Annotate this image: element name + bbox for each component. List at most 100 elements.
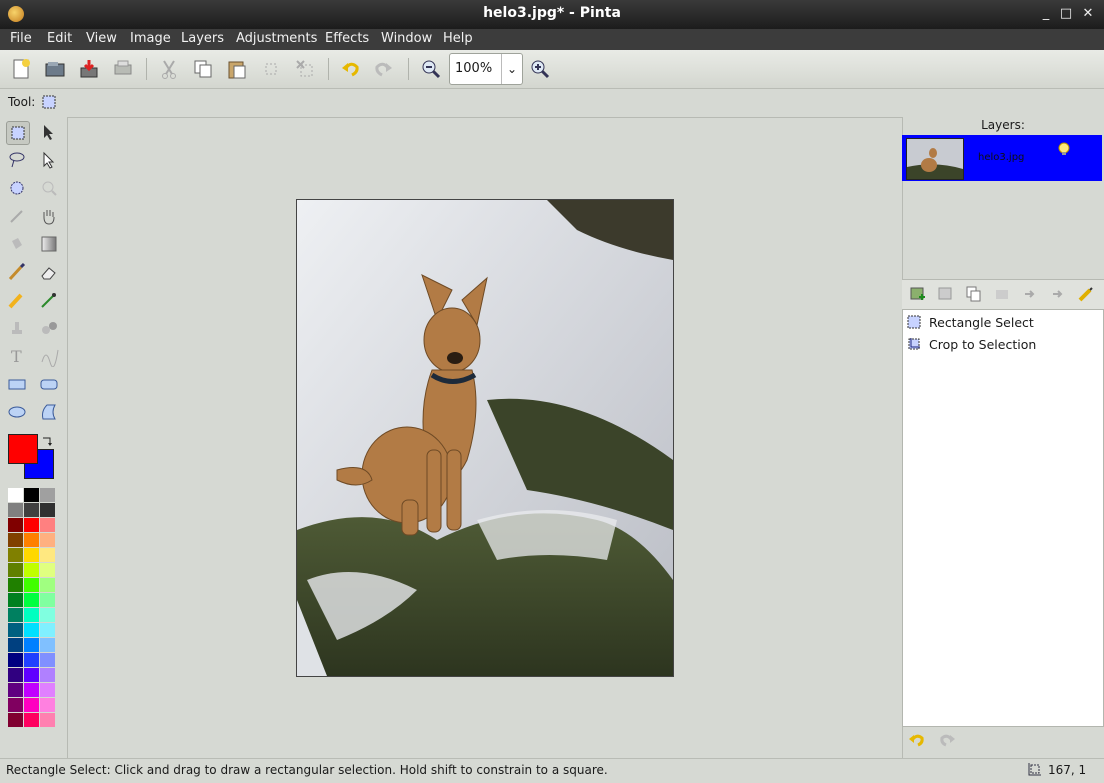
deselect-icon[interactable]	[294, 58, 316, 80]
pan-tool[interactable]	[38, 205, 60, 227]
maximize-button[interactable]: □	[1058, 6, 1074, 22]
menu-edit[interactable]: Edit	[47, 31, 72, 46]
cursor-position-icon	[1028, 763, 1041, 776]
print-icon[interactable]	[112, 58, 134, 80]
svg-text:T: T	[11, 347, 22, 366]
layer-row[interactable]: helo3.jpg	[902, 135, 1102, 181]
lasso-select-tool[interactable]	[6, 149, 28, 171]
gradient-icon	[41, 236, 57, 252]
rectangle-tool[interactable]	[6, 373, 28, 395]
layers-toolbar	[902, 279, 1104, 310]
swap-colors-icon[interactable]	[41, 436, 53, 448]
open-file-icon[interactable]	[44, 58, 66, 80]
dog-photo	[297, 200, 673, 676]
right-panel: Layers: helo3.jpg Rectangle Select Crop …	[902, 116, 1104, 756]
image-canvas[interactable]	[296, 199, 674, 677]
magic-wand-icon	[10, 210, 23, 223]
history-panel: Rectangle Select Crop to Selection	[902, 309, 1104, 727]
undo-icon[interactable]	[340, 58, 362, 80]
add-layer-icon[interactable]	[910, 286, 926, 302]
ellipse-select-icon	[10, 181, 24, 195]
menu-file[interactable]: File	[10, 31, 32, 46]
delete-layer-icon[interactable]	[938, 286, 954, 302]
history-item[interactable]: Crop to Selection	[907, 335, 1097, 355]
new-file-icon[interactable]	[10, 58, 32, 80]
redo-icon[interactable]	[938, 731, 956, 749]
color-picker-tool[interactable]	[38, 289, 60, 311]
move-layer-up-icon[interactable]	[1022, 286, 1038, 302]
paint-bucket-icon	[12, 238, 22, 249]
copy-icon[interactable]	[192, 58, 214, 80]
pencil-icon	[8, 293, 23, 309]
menu-view[interactable]: View	[86, 31, 117, 46]
menu-bar: File Edit View Image Layers Adjustments …	[0, 29, 1104, 50]
crop-to-selection-icon[interactable]	[260, 58, 282, 80]
menu-adjustments[interactable]: Adjustments	[236, 31, 317, 46]
rectangle-select-icon	[907, 315, 921, 329]
ellipse-select-tool[interactable]	[6, 177, 28, 199]
rectangle-select-tool[interactable]	[6, 121, 30, 145]
merge-layer-icon[interactable]	[994, 286, 1010, 302]
layer-properties-icon[interactable]	[1078, 286, 1094, 302]
hand-icon	[43, 210, 55, 225]
rounded-rectangle-icon	[40, 379, 58, 390]
lasso-icon	[9, 152, 25, 168]
undo-icon[interactable]	[908, 731, 926, 749]
magic-wand-tool[interactable]	[6, 205, 28, 227]
zoom-out-icon[interactable]	[420, 58, 442, 80]
menu-layers[interactable]: Layers	[181, 31, 224, 46]
paste-icon[interactable]	[226, 58, 248, 80]
history-item[interactable]: Rectangle Select	[907, 313, 1097, 333]
cursor-position: 167, 1	[1048, 763, 1087, 777]
menu-effects[interactable]: Effects	[325, 31, 369, 46]
clone-stamp-tool[interactable]	[6, 317, 28, 339]
history-item-label: Crop to Selection	[929, 337, 1037, 352]
eraser-tool[interactable]	[38, 261, 60, 283]
primary-color-swatch[interactable]	[8, 434, 38, 464]
ellipse-tool[interactable]	[6, 401, 28, 423]
move-layer-down-icon[interactable]	[1050, 286, 1066, 302]
recolor-tool[interactable]	[38, 317, 60, 339]
menu-window[interactable]: Window	[381, 31, 432, 46]
zoom-value[interactable]: 100%	[455, 61, 492, 76]
menu-help[interactable]: Help	[443, 31, 473, 46]
eraser-icon	[41, 267, 56, 280]
paintbrush-icon	[8, 262, 26, 281]
status-bar: Rectangle Select: Click and drag to draw…	[0, 758, 1104, 783]
close-button[interactable]: ✕	[1080, 6, 1096, 22]
move-selected-tool[interactable]	[38, 121, 60, 143]
line-curve-icon	[41, 349, 59, 368]
paint-bucket-tool[interactable]	[6, 233, 28, 255]
minimize-button[interactable]: _	[1038, 6, 1054, 22]
recolor-icon	[42, 322, 57, 334]
paintbrush-tool[interactable]	[6, 261, 28, 283]
eyedropper-icon	[41, 293, 56, 308]
rectangle-shape-icon	[8, 379, 26, 390]
gradient-tool[interactable]	[38, 233, 60, 255]
redo-icon[interactable]	[372, 58, 394, 80]
pencil-tool[interactable]	[6, 289, 28, 311]
chevron-down-icon[interactable]: ⌄	[501, 54, 522, 84]
tool-label: Tool:	[8, 95, 36, 109]
move-selection-tool[interactable]	[38, 149, 60, 171]
clone-stamp-icon	[12, 322, 22, 334]
layer-thumbnail	[906, 138, 964, 180]
text-icon: T	[11, 347, 22, 366]
zoom-combo[interactable]: 100% ⌄	[449, 53, 523, 85]
color-palette[interactable]	[8, 488, 56, 728]
zoom-in-icon[interactable]	[529, 58, 551, 80]
menu-image[interactable]: Image	[130, 31, 171, 46]
freeform-shape-icon	[42, 404, 56, 420]
rounded-rectangle-tool[interactable]	[38, 373, 60, 395]
freeform-shape-tool[interactable]	[38, 401, 60, 423]
move-selection-icon	[43, 151, 55, 169]
cut-icon[interactable]	[158, 58, 180, 80]
zoom-tool[interactable]	[38, 177, 60, 199]
text-tool[interactable]: T	[6, 345, 28, 367]
window-title: helo3.jpg* - Pinta	[483, 5, 621, 21]
line-curve-tool[interactable]	[38, 345, 60, 368]
save-file-icon[interactable]	[78, 58, 100, 80]
duplicate-layer-icon[interactable]	[966, 286, 982, 302]
history-toolbar	[902, 727, 1104, 755]
lightbulb-icon[interactable]	[1056, 141, 1072, 157]
